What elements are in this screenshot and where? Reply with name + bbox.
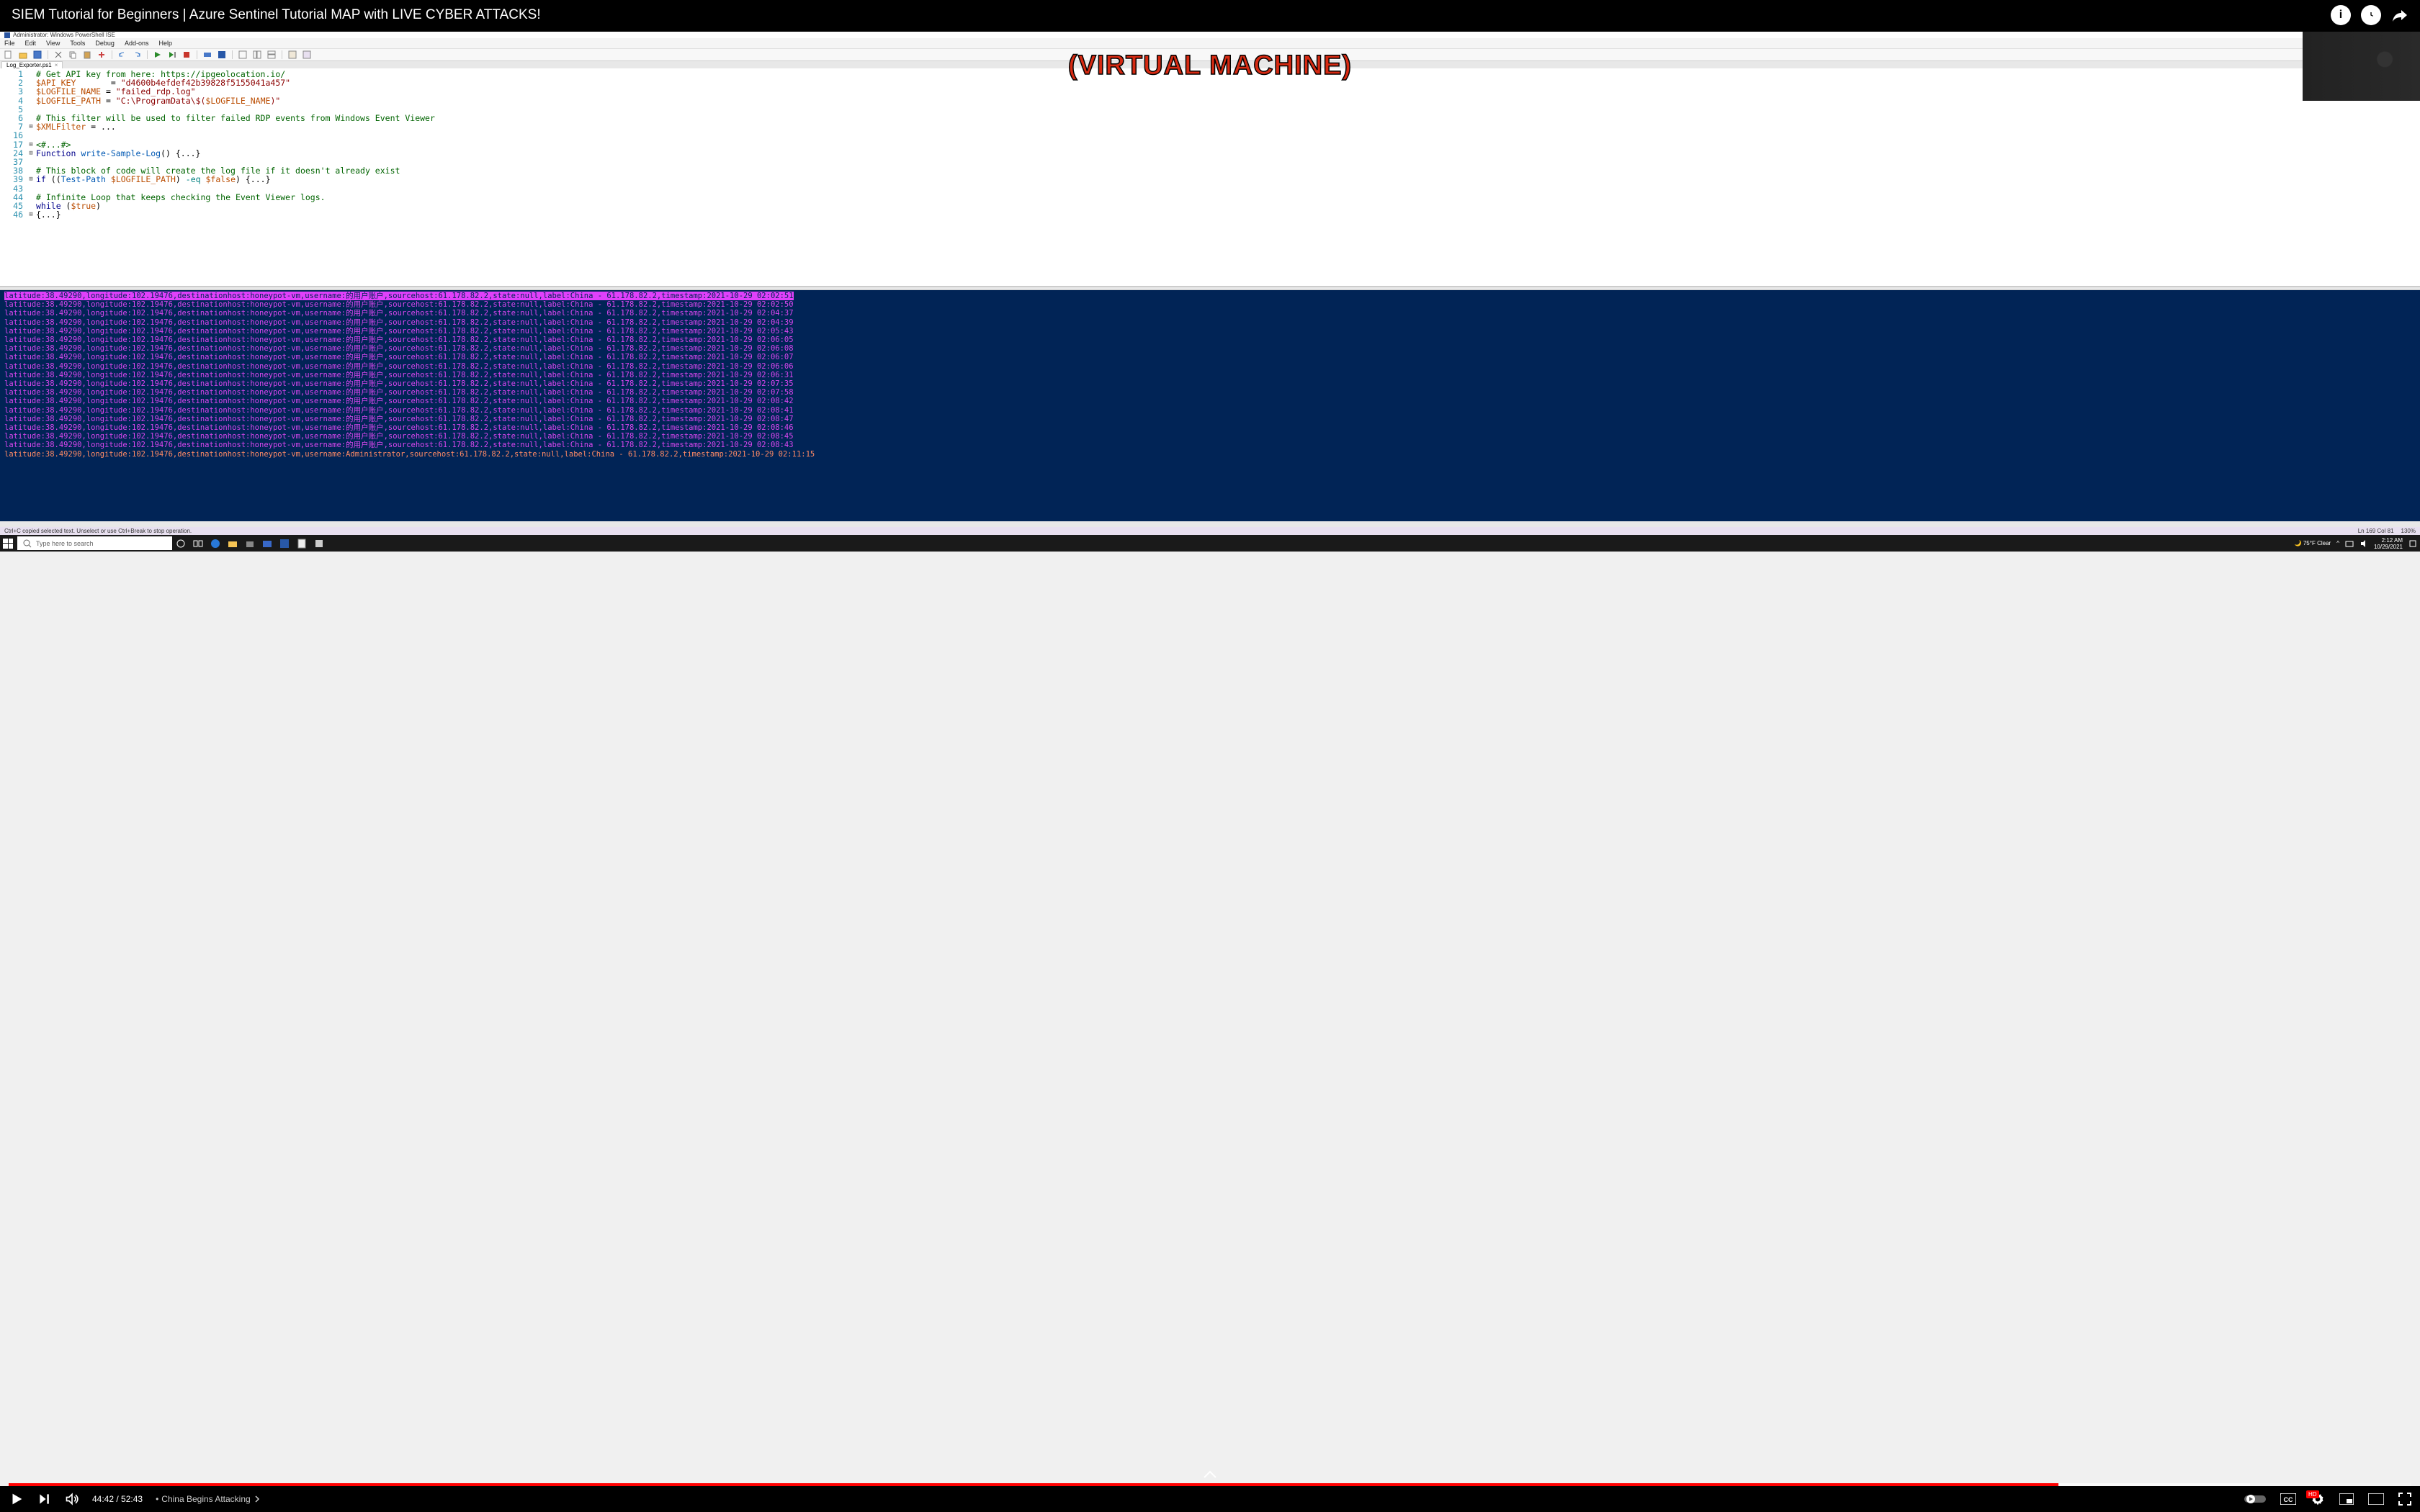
- theater-button[interactable]: [2368, 1493, 2384, 1505]
- fullscreen-button[interactable]: [2398, 1493, 2411, 1506]
- run-icon[interactable]: [153, 50, 162, 59]
- watch-later-button[interactable]: [2361, 5, 2381, 25]
- line-gutter: 1 2 3 4 5 6 7 16 17 24 37 38 39 43 44 45…: [0, 68, 27, 286]
- open-icon[interactable]: [19, 50, 27, 59]
- copy-icon[interactable]: [68, 50, 77, 59]
- progress-bar[interactable]: [9, 1483, 2411, 1486]
- autoplay-toggle[interactable]: [2244, 1494, 2266, 1504]
- network-icon[interactable]: [2345, 539, 2354, 548]
- save-icon[interactable]: [33, 50, 42, 59]
- clock[interactable]: 2:12 AM 10/29/2021: [2374, 537, 2403, 550]
- show-script-icon[interactable]: [238, 50, 247, 59]
- show-command-icon[interactable]: [288, 50, 297, 59]
- ise-window-title: Administrator: Windows PowerShell ISE: [13, 32, 115, 38]
- chevron-right-icon: [254, 1495, 261, 1503]
- tray-chevron-icon[interactable]: ^: [2336, 540, 2339, 546]
- presenter-webcam: [2303, 32, 2420, 101]
- windows-taskbar: Type here to search 🌙 75°F Clear ^ 2:12 …: [0, 535, 2420, 552]
- task-view-icon[interactable]: [189, 536, 207, 550]
- search-box[interactable]: Type here to search: [17, 536, 172, 550]
- video-frame: (VIRTUAL MACHINE) Administrator: Windows…: [0, 32, 2420, 1486]
- cut-icon[interactable]: [54, 50, 63, 59]
- menu-view[interactable]: View: [46, 40, 60, 47]
- time-display: 44:42 / 52:43: [92, 1494, 143, 1504]
- app-icon[interactable]: [310, 536, 328, 550]
- notepad-icon[interactable]: [293, 536, 310, 550]
- hd-badge: HD: [2306, 1490, 2319, 1498]
- toolbar-separator: [147, 50, 148, 59]
- volume-icon[interactable]: [2360, 539, 2368, 548]
- title-actions: i: [2331, 5, 2408, 25]
- player-controls: 44:42 / 52:43 • China Begins Attacking C…: [0, 1486, 2420, 1512]
- menu-addons[interactable]: Add-ons: [125, 40, 149, 47]
- tab-label: Log_Exporter.ps1: [6, 62, 52, 68]
- tab-close-icon[interactable]: ×: [55, 62, 58, 68]
- caption-overlay: (VIRTUAL MACHINE): [1068, 50, 1352, 81]
- console-scrollbar[interactable]: [0, 521, 2420, 527]
- code-body[interactable]: # Get API key from here: https://ipgeolo…: [35, 68, 2420, 286]
- miniplayer-button[interactable]: [2339, 1493, 2354, 1505]
- system-tray: 🌙 75°F Clear ^ 2:12 AM 10/29/2021: [2295, 537, 2417, 550]
- play-button[interactable]: [9, 1491, 24, 1507]
- ise-statusbar: Ctrl+C copied selected text. Unselect or…: [0, 527, 2420, 535]
- search-placeholder: Type here to search: [36, 540, 94, 547]
- ise-window-titlebar: Administrator: Windows PowerShell ISE: [0, 32, 2420, 38]
- status-zoom: 130%: [2401, 528, 2416, 534]
- powershell-icon: [4, 32, 10, 38]
- ise-menubar: File Edit View Tools Debug Add-ons Help: [0, 38, 2420, 49]
- notifications-icon[interactable]: [2408, 539, 2417, 548]
- start-powershell-icon[interactable]: [218, 50, 226, 59]
- clear-icon[interactable]: [97, 50, 106, 59]
- menu-tools[interactable]: Tools: [70, 40, 85, 47]
- settings-button[interactable]: HD: [2311, 1492, 2325, 1506]
- menu-edit[interactable]: Edit: [25, 40, 37, 47]
- edge-icon[interactable]: [207, 536, 224, 550]
- show-script-right-icon[interactable]: [253, 50, 261, 59]
- status-message: Ctrl+C copied selected text. Unselect or…: [4, 528, 2358, 534]
- status-cursor: Ln 169 Col 81: [2358, 528, 2394, 534]
- chapter-display[interactable]: • China Begins Attacking: [156, 1494, 261, 1504]
- captions-button[interactable]: CC: [2280, 1493, 2296, 1505]
- explorer-icon[interactable]: [224, 536, 241, 550]
- menu-help[interactable]: Help: [158, 40, 172, 47]
- video-title-bar: SIEM Tutorial for Beginners | Azure Sent…: [0, 0, 2420, 30]
- menu-file[interactable]: File: [4, 40, 15, 47]
- info-button[interactable]: i: [2331, 5, 2351, 25]
- console-output[interactable]: latitude:38.49290,longitude:102.19476,de…: [0, 290, 2420, 521]
- next-button[interactable]: [37, 1492, 52, 1506]
- redo-icon[interactable]: [133, 50, 141, 59]
- toolbar-separator: [232, 50, 233, 59]
- new-remote-icon[interactable]: [203, 50, 212, 59]
- cortana-icon[interactable]: [172, 536, 189, 550]
- run-selection-icon[interactable]: [168, 50, 176, 59]
- stop-icon[interactable]: [182, 50, 191, 59]
- youtube-player: SIEM Tutorial for Beginners | Azure Sent…: [0, 0, 2420, 1512]
- script-editor[interactable]: 1 2 3 4 5 6 7 16 17 24 37 38 39 43 44 45…: [0, 68, 2420, 287]
- show-command-addon-icon[interactable]: [302, 50, 311, 59]
- powershell-taskbar-icon[interactable]: [276, 536, 293, 550]
- start-button[interactable]: [3, 539, 13, 549]
- mute-button[interactable]: [65, 1492, 79, 1506]
- new-icon[interactable]: [4, 50, 13, 59]
- share-button[interactable]: [2391, 6, 2408, 24]
- fold-column: ⊞⊞⊞ ⊞⊞: [27, 68, 35, 286]
- undo-icon[interactable]: [118, 50, 127, 59]
- video-title: SIEM Tutorial for Beginners | Azure Sent…: [12, 7, 2331, 23]
- progress-buffered: [2058, 1483, 2251, 1486]
- progress-fill: [9, 1483, 2058, 1486]
- svg-text:CC: CC: [2284, 1496, 2293, 1503]
- store-icon[interactable]: [241, 536, 259, 550]
- search-icon: [23, 539, 32, 548]
- script-tab[interactable]: Log_Exporter.ps1 ×: [1, 61, 63, 68]
- menu-debug[interactable]: Debug: [95, 40, 115, 47]
- mail-icon[interactable]: [259, 536, 276, 550]
- show-script-max-icon[interactable]: [267, 50, 276, 59]
- weather-widget[interactable]: 🌙 75°F Clear: [2295, 540, 2331, 546]
- paste-icon[interactable]: [83, 50, 91, 59]
- chapter-toggle-icon[interactable]: [1203, 1470, 1217, 1479]
